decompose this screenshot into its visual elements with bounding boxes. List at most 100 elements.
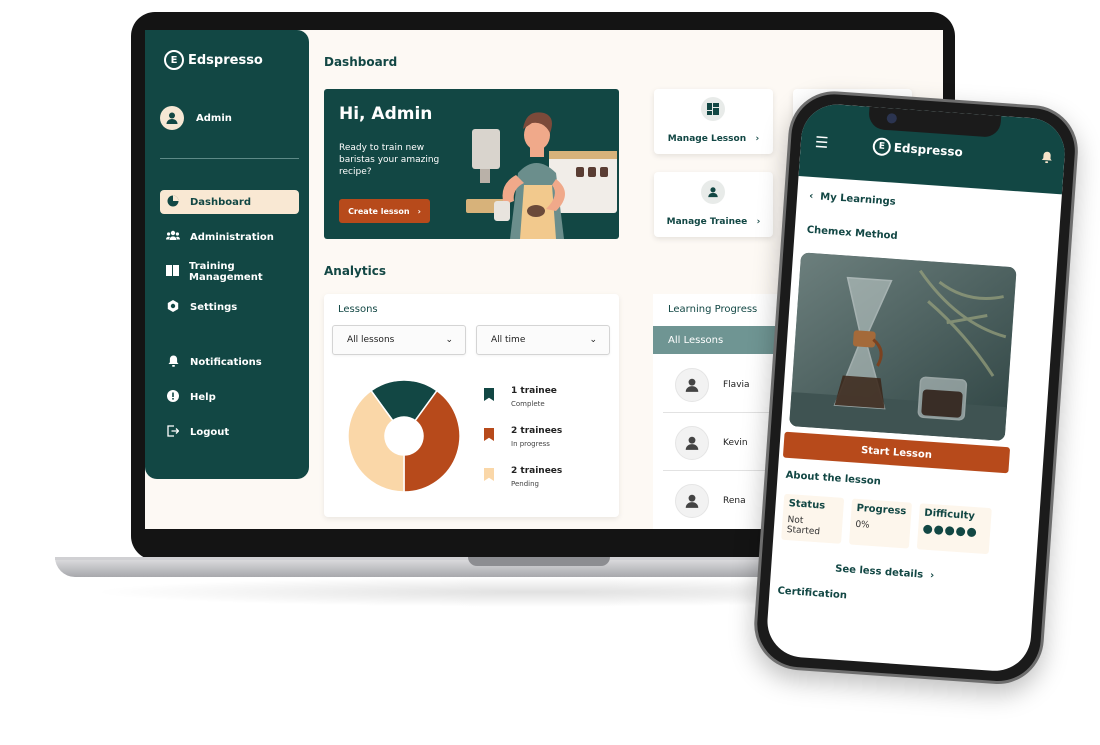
legend-count: 2 trainees	[511, 466, 563, 476]
person-icon	[166, 112, 178, 124]
phone-notch	[868, 106, 1002, 138]
coffee-bean-icon	[933, 525, 944, 535]
legend-status: Complete	[511, 400, 545, 408]
lessons-pie-chart	[347, 379, 461, 493]
chevron-right-icon: ›	[417, 206, 421, 216]
sidebar-item-settings[interactable]: Settings	[160, 295, 299, 319]
user-name: Admin	[196, 112, 232, 124]
status-tile: Status Not Started	[781, 493, 845, 544]
coffee-bean-icon	[944, 526, 955, 536]
user-profile[interactable]: Admin	[160, 106, 232, 130]
sidebar-item-label: Settings	[190, 301, 238, 313]
sidebar-item-logout[interactable]: Logout	[160, 420, 299, 444]
dropdown-value: All time	[491, 335, 526, 345]
sidebar-divider	[160, 158, 299, 159]
info-icon	[166, 389, 180, 405]
status-label: Status	[788, 498, 826, 512]
hero-greeting: Hi, Admin	[339, 104, 433, 124]
bookmark-icon	[484, 468, 494, 481]
people-icon	[166, 230, 180, 244]
layout-icon	[701, 97, 725, 121]
phone-frame: ☰ E Edspresso ‹ My Learnings Chemex Meth…	[751, 88, 1081, 688]
dropdown-value: All lessons	[347, 335, 395, 345]
sidebar-item-dashboard[interactable]: Dashboard	[160, 190, 299, 214]
gear-icon	[166, 299, 180, 315]
page-title: Dashboard	[324, 55, 398, 69]
welcome-banner: Hi, Admin Ready to train new baristas yo…	[324, 89, 619, 239]
sidebar-item-label: Training Management	[189, 261, 263, 283]
create-lesson-label: Create lesson	[348, 206, 410, 216]
see-less-details-link[interactable]: See less details ›	[835, 564, 935, 582]
brand-name: Edspresso	[893, 140, 964, 160]
manage-lesson-card[interactable]: Manage Lesson ›	[654, 89, 773, 154]
trainee-name: Kevin	[723, 437, 748, 448]
person-icon	[701, 180, 725, 204]
progress-tile: Progress 0%	[848, 498, 913, 549]
sidebar-item-label: Help	[190, 391, 216, 403]
book-icon	[166, 265, 179, 279]
status-value: Not Started	[786, 515, 821, 538]
lessons-card: Lessons All lessons ⌄ All time ⌄ 1 train…	[324, 294, 619, 517]
logo-mark-icon: E	[164, 50, 184, 70]
sidebar-item-administration[interactable]: Administration	[160, 225, 299, 249]
trainee-name: Rena	[723, 496, 746, 506]
chevron-down-icon: ⌄	[589, 335, 597, 345]
trainee-name: Flavia	[723, 379, 750, 390]
legend-status: In progress	[511, 440, 550, 448]
phone-camera	[886, 113, 898, 124]
sidebar-item-label: Logout	[190, 426, 230, 438]
bell-icon[interactable]	[1041, 151, 1053, 167]
pie-chart-icon	[166, 195, 180, 210]
difficulty-label: Difficulty	[923, 507, 976, 523]
person-icon	[685, 494, 699, 508]
phone-mockup: ☰ E Edspresso ‹ My Learnings Chemex Meth…	[749, 88, 1091, 717]
create-lesson-button[interactable]: Create lesson ›	[339, 199, 430, 223]
analytics-heading: Analytics	[324, 264, 386, 278]
avatar	[675, 484, 709, 518]
avatar	[675, 367, 709, 402]
bookmark-icon	[484, 388, 494, 401]
manage-lesson-label: Manage Lesson ›	[667, 134, 760, 144]
mobile-header: ☰ E Edspresso	[798, 102, 1068, 195]
manage-trainee-label: Manage Trainee ›	[666, 217, 761, 227]
certification-heading: Certification	[777, 585, 848, 602]
brand-name: Edspresso	[188, 52, 263, 68]
laptop-notch	[468, 557, 610, 566]
time-filter-dropdown[interactable]: All time ⌄	[476, 325, 610, 355]
sidebar-item-label: Notifications	[190, 356, 262, 368]
legend-status: Pending	[511, 480, 539, 488]
bell-icon	[166, 355, 180, 370]
chemex-photo	[789, 252, 1017, 441]
sidebar: E Edspresso Admin Dashboard Administrati…	[145, 30, 309, 479]
legend-count: 1 trainee	[511, 386, 557, 396]
barista-illustration	[466, 112, 617, 239]
about-heading: About the lesson	[785, 469, 882, 488]
bookmark-icon	[484, 428, 494, 441]
person-icon	[685, 436, 699, 450]
coffee-bean-icon	[966, 527, 977, 538]
person-icon	[685, 378, 699, 392]
sidebar-item-notifications[interactable]: Notifications	[160, 350, 299, 374]
sidebar-item-help[interactable]: Help	[160, 385, 299, 409]
manage-trainee-card[interactable]: Manage Trainee ›	[654, 172, 773, 237]
brand-logo[interactable]: E Edspresso	[164, 50, 263, 70]
sidebar-item-label: Administration	[190, 231, 274, 243]
coffee-bean-icon	[955, 526, 966, 537]
lessons-filter-dropdown[interactable]: All lessons ⌄	[332, 325, 466, 355]
progress-label: Progress	[856, 502, 907, 518]
coffee-bean-icon	[922, 524, 933, 535]
lesson-title: Chemex Method	[806, 224, 898, 243]
logo-mark-icon: E	[872, 137, 892, 157]
learning-progress-title: Learning Progress	[668, 304, 758, 315]
difficulty-rating	[922, 524, 985, 538]
lesson-image	[789, 252, 1017, 441]
lessons-title: Lessons	[338, 304, 378, 315]
chevron-down-icon: ⌄	[445, 335, 453, 345]
sidebar-item-training-management[interactable]: Training Management	[160, 260, 299, 284]
avatar	[675, 425, 709, 460]
phone-screen: ☰ E Edspresso ‹ My Learnings Chemex Meth…	[765, 102, 1068, 674]
sidebar-item-label: Dashboard	[190, 196, 251, 208]
legend-count: 2 trainees	[511, 426, 563, 436]
hamburger-menu-icon[interactable]: ☰	[814, 133, 829, 152]
back-link[interactable]: ‹ My Learnings	[809, 191, 896, 208]
